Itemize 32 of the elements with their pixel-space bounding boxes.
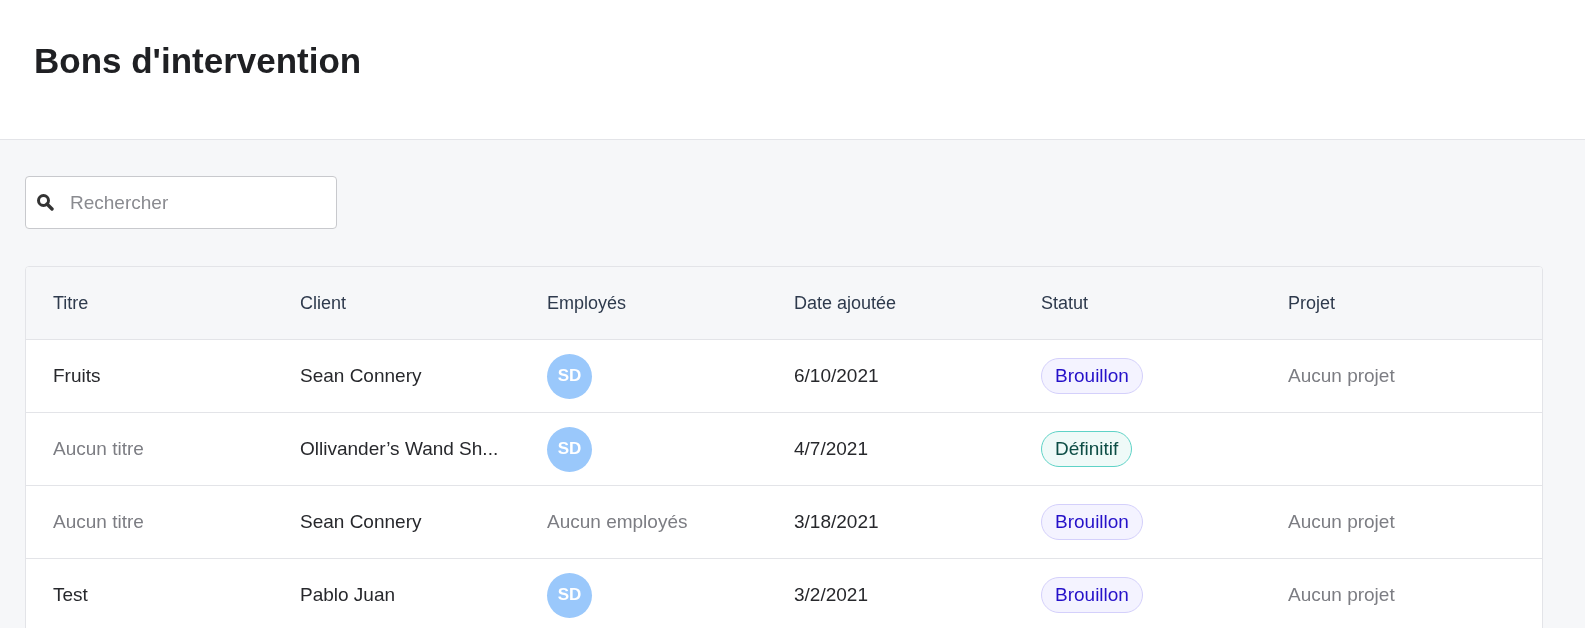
title-cell-text: Aucun titre <box>53 436 144 461</box>
column-header: Employés <box>547 291 628 315</box>
status-badge: Définitif <box>1041 431 1133 467</box>
project-cell-text: Aucun projet <box>1288 509 1395 534</box>
column-header: Projet <box>1288 291 1337 315</box>
status-badge: Brouillon <box>1041 577 1143 613</box>
project-cell-text: Aucun projet <box>1288 363 1395 388</box>
title-cell-text: Fruits <box>53 363 101 388</box>
status-badge: Brouillon <box>1041 358 1143 394</box>
project-cell-text: Aucun projet <box>1288 582 1395 607</box>
title-cell-text: Test <box>53 582 88 607</box>
employees-cell-text: Aucun employés <box>547 509 688 534</box>
date-cell-text: 3/2/2021 <box>794 582 868 607</box>
avatar: SD <box>547 353 592 399</box>
column-header: Statut <box>1041 291 1090 315</box>
title-cell-text: Aucun titre <box>53 509 144 534</box>
column-header: Titre <box>53 291 90 315</box>
date-cell-text: 3/18/2021 <box>794 509 879 534</box>
client-cell-text: Pablo Juan <box>300 582 396 607</box>
search-field[interactable]: Rechercher <box>25 176 337 229</box>
column-header: Date ajoutée <box>794 291 898 315</box>
avatar: SD <box>547 572 592 618</box>
search-icon <box>36 193 54 211</box>
client-cell-text: Sean Connery <box>300 509 422 534</box>
column-header: Client <box>300 291 348 315</box>
status-badge: Brouillon <box>1041 504 1143 540</box>
avatar: SD <box>547 426 592 472</box>
page-title: Bons d'intervention <box>34 40 362 83</box>
date-cell-text: 6/10/2021 <box>794 363 879 388</box>
date-cell-text: 4/7/2021 <box>794 436 868 461</box>
client-cell-text: Sean Connery <box>300 363 422 388</box>
client-cell-text: Ollivander’s Wand Sh... <box>300 436 499 461</box>
